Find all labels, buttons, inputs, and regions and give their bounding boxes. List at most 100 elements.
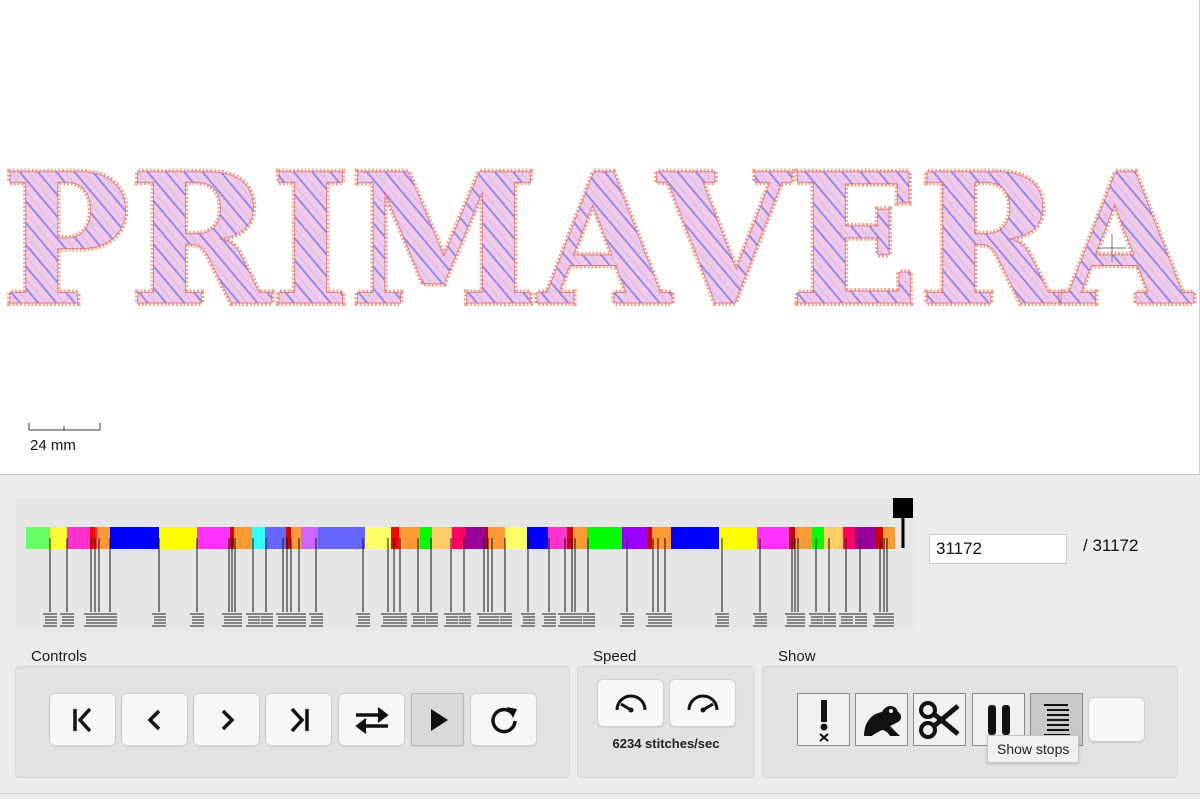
- color-block[interactable]: [197, 527, 230, 549]
- stop-marker: [880, 538, 894, 627]
- color-block[interactable]: [110, 527, 159, 549]
- show-jumps-toggle[interactable]: [855, 693, 908, 746]
- skip-end-icon: [290, 707, 309, 732]
- stop-marker: [222, 538, 236, 627]
- speed-readout: 6234 stitches/sec: [612, 736, 720, 751]
- color-block[interactable]: [318, 527, 365, 549]
- color-block[interactable]: [159, 527, 197, 549]
- color-block[interactable]: [671, 527, 719, 549]
- stop-marker: [292, 538, 306, 627]
- stop-marker: [387, 538, 401, 627]
- current-stitch-input[interactable]: [929, 534, 1067, 564]
- skip-to-start-button[interactable]: [49, 693, 116, 746]
- color-block[interactable]: [812, 527, 824, 549]
- color-block[interactable]: [843, 527, 855, 549]
- color-block[interactable]: [883, 527, 895, 549]
- stop-marker: [581, 538, 595, 627]
- stop-marker: [658, 538, 672, 627]
- color-block[interactable]: [548, 527, 567, 549]
- stop-marker: [284, 538, 298, 627]
- stop-markers: [43, 538, 894, 627]
- color-block[interactable]: [234, 527, 252, 549]
- color-block[interactable]: [465, 527, 485, 549]
- color-block[interactable]: [648, 527, 652, 549]
- stop-marker: [791, 538, 805, 627]
- color-block[interactable]: [452, 527, 465, 549]
- stop-marker: [259, 538, 273, 627]
- scissors-icon: [918, 700, 960, 739]
- timeline-graphic[interactable]: [16, 498, 914, 631]
- stop-marker: [103, 538, 117, 627]
- warning-exclamation-icon: [818, 699, 829, 742]
- restart-button[interactable]: [470, 693, 537, 746]
- color-block[interactable]: [50, 527, 67, 549]
- stop-marker: [190, 538, 204, 627]
- color-block[interactable]: [587, 527, 622, 549]
- scale-bar: [28, 423, 101, 431]
- scale-label: 24 mm: [30, 437, 76, 454]
- stop-marker: [424, 538, 438, 627]
- play-icon: [430, 708, 448, 731]
- stop-marker: [152, 538, 166, 627]
- color-block[interactable]: [719, 527, 757, 549]
- stop-marker: [356, 538, 370, 627]
- stop-marker: [715, 538, 729, 627]
- stop-lines-icon: [1043, 703, 1070, 736]
- stop-marker: [565, 538, 579, 627]
- color-block[interactable]: [301, 527, 318, 549]
- stitch-timeline[interactable]: [16, 498, 914, 631]
- faster-button[interactable]: [669, 679, 736, 727]
- color-block[interactable]: [505, 527, 527, 549]
- color-block[interactable]: [391, 527, 399, 549]
- color-block[interactable]: [488, 527, 505, 549]
- stop-marker: [877, 538, 891, 627]
- design-canvas[interactable]: PRIMAVERA PRIMAVERA 24 mm: [0, 0, 1200, 475]
- frog-icon: [863, 705, 901, 736]
- stop-marker: [481, 538, 495, 627]
- swap-arrows-icon: [354, 706, 389, 734]
- stop-marker: [276, 538, 290, 627]
- color-block[interactable]: [432, 527, 452, 549]
- slower-button[interactable]: [597, 679, 664, 727]
- stop-marker: [477, 538, 491, 627]
- stop-marker: [873, 538, 887, 627]
- step-forward-button[interactable]: [193, 693, 260, 746]
- stop-marker: [753, 538, 767, 627]
- color-block[interactable]: [855, 527, 876, 549]
- skip-start-icon: [72, 707, 91, 732]
- show-errors-toggle[interactable]: [797, 693, 850, 746]
- color-block[interactable]: [252, 527, 265, 549]
- stop-marker: [521, 538, 535, 627]
- stop-marker: [839, 538, 853, 627]
- stop-marker: [88, 538, 102, 627]
- extra-toggle-button[interactable]: [1088, 697, 1145, 742]
- color-block[interactable]: [420, 527, 432, 549]
- skip-to-end-button[interactable]: [265, 693, 332, 746]
- color-block[interactable]: [622, 527, 648, 549]
- stop-marker: [542, 538, 556, 627]
- bottom-divider: [0, 793, 1200, 794]
- step-backward-button[interactable]: [121, 693, 188, 746]
- color-block[interactable]: [365, 527, 391, 549]
- stop-marker: [92, 538, 106, 627]
- timeline-slider-handle[interactable]: [893, 498, 913, 548]
- color-block[interactable]: [757, 527, 789, 549]
- stop-marker: [228, 538, 242, 627]
- play-button[interactable]: [411, 693, 464, 746]
- stop-marker: [485, 538, 499, 627]
- toggle-direction-button[interactable]: [338, 693, 405, 746]
- stop-marker: [444, 538, 458, 627]
- color-block[interactable]: [26, 527, 50, 549]
- chevron-right-icon: [221, 709, 234, 730]
- show-label: Show: [778, 648, 816, 665]
- color-block[interactable]: [399, 527, 420, 549]
- stitch-total: / 31172: [1083, 536, 1139, 555]
- stop-marker: [558, 538, 572, 627]
- color-block[interactable]: [652, 527, 671, 549]
- color-block[interactable]: [67, 527, 90, 549]
- controls-label: Controls: [31, 648, 87, 665]
- color-block[interactable]: [527, 527, 548, 549]
- design-outline: PRIMAVERA: [2, 150, 1194, 320]
- color-block[interactable]: [824, 527, 843, 549]
- show-trims-toggle[interactable]: [913, 693, 966, 746]
